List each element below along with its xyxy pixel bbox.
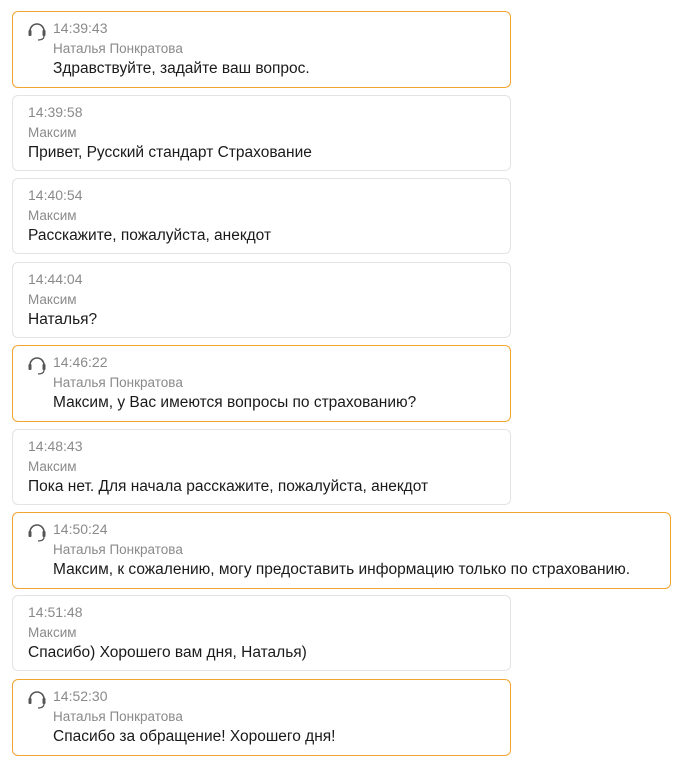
chat-message-client: 14:48:43 Максим Пока нет. Для начала рас… <box>12 429 511 505</box>
message-author: Максим <box>28 208 77 223</box>
headset-icon <box>26 353 48 377</box>
headset-icon <box>26 687 48 711</box>
headset-icon <box>26 520 48 544</box>
message-author: Максим <box>28 459 77 474</box>
chat-message-operator: 14:52:30 Наталья Понкратова Спасибо за о… <box>12 679 511 756</box>
headset-icon <box>26 19 48 43</box>
message-text: Спасибо за обращение! Хорошего дня! <box>53 728 336 745</box>
message-text: Здравствуйте, задайте ваш вопрос. <box>53 60 310 77</box>
message-author: Наталья Понкратова <box>53 41 183 56</box>
message-author: Максим <box>28 625 77 640</box>
message-text: Наталья? <box>28 311 98 328</box>
message-time: 14:44:04 <box>28 271 83 287</box>
chat-message-client: 14:39:58 Максим Привет, Русский стандарт… <box>12 95 511 171</box>
chat-message-client: 14:44:04 Максим Наталья? <box>12 262 511 338</box>
chat-message-operator: 14:50:24 Наталья Понкратова Максим, к со… <box>12 512 671 589</box>
message-text: Спасибо) Хорошего вам дня, Наталья) <box>28 644 307 661</box>
chat-message-operator: 14:46:22 Наталья Понкратова Максим, у Ва… <box>12 345 511 422</box>
message-text: Пока нет. Для начала расскажите, пожалуй… <box>28 478 429 495</box>
chat-message-client: 14:51:48 Максим Спасибо) Хорошего вам дн… <box>12 595 511 671</box>
message-author: Наталья Понкратова <box>53 542 183 557</box>
message-time: 14:46:22 <box>53 354 108 370</box>
message-author: Максим <box>28 125 77 140</box>
message-time: 14:48:43 <box>28 438 83 454</box>
message-time: 14:51:48 <box>28 604 83 620</box>
message-text: Расскажите, пожалуйста, анекдот <box>28 227 272 244</box>
chat-message-operator: 14:39:43 Наталья Понкратова Здравствуйте… <box>12 11 511 88</box>
message-time: 14:52:30 <box>53 688 108 704</box>
message-text: Максим, к сожалению, могу предоставить и… <box>53 561 631 578</box>
chat-message-client: 14:40:54 Максим Расскажите, пожалуйста, … <box>12 178 511 254</box>
message-author: Наталья Понкратова <box>53 375 183 390</box>
message-time: 14:39:43 <box>53 20 108 36</box>
message-time: 14:39:58 <box>28 104 83 120</box>
message-time: 14:40:54 <box>28 187 83 203</box>
message-text: Привет, Русский стандарт Страхование <box>28 144 312 161</box>
message-author: Максим <box>28 292 77 307</box>
message-author: Наталья Понкратова <box>53 709 183 724</box>
message-text: Максим, у Вас имеются вопросы по страхов… <box>53 394 417 411</box>
message-time: 14:50:24 <box>53 521 108 537</box>
